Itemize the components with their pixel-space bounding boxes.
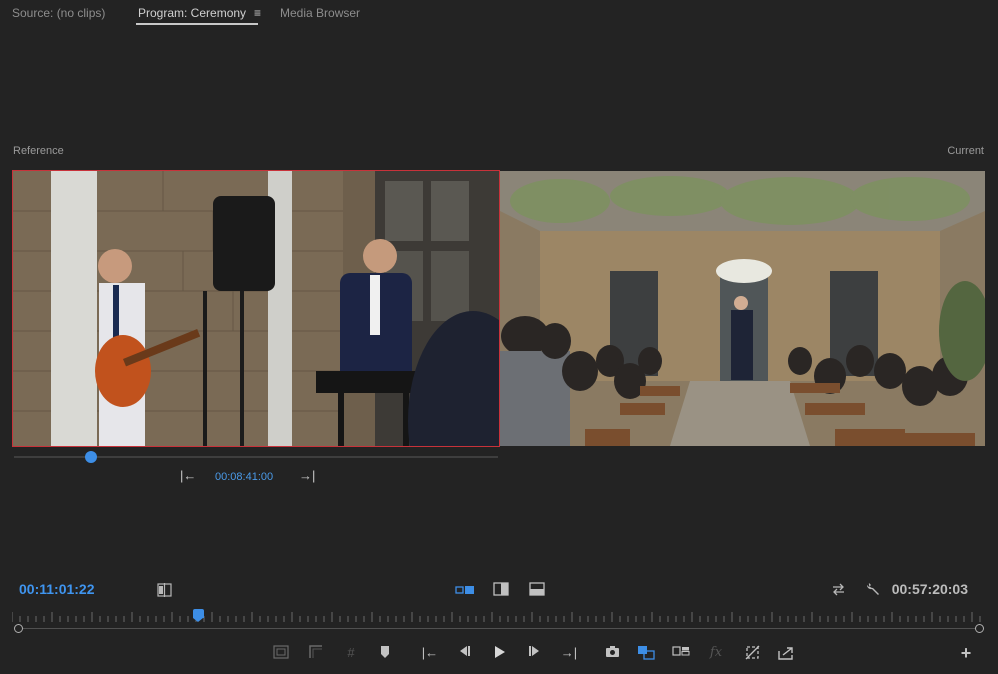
side-by-side-icon[interactable]	[455, 584, 475, 599]
fx-icon[interactable]: fx	[707, 645, 725, 661]
export-frame-icon[interactable]	[603, 645, 621, 661]
wrench-icon[interactable]	[866, 582, 881, 600]
panel-tab-bar: Source: (no clips) Program: Ceremony ≡ Me…	[0, 0, 998, 26]
tab-media-browser[interactable]: Media Browser	[280, 6, 360, 20]
tab-source[interactable]: Source: (no clips)	[12, 6, 105, 20]
comparison-view-icon[interactable]	[637, 645, 655, 661]
safe-margins-icon[interactable]	[272, 645, 290, 661]
duration-timecode: 00:57:20:03	[891, 581, 968, 597]
horizontal-split-icon[interactable]	[529, 582, 545, 599]
step-back-icon[interactable]	[455, 645, 473, 661]
reference-label: Reference	[13, 145, 64, 157]
reference-timecode[interactable]: 00:08:41:00	[215, 471, 273, 483]
tab-program-label: Program: Ceremony	[138, 6, 247, 20]
active-tab-indicator	[136, 23, 258, 25]
go-to-in-icon[interactable]: |←	[180, 468, 196, 483]
reference-frame-image	[13, 171, 499, 446]
playhead-tip	[193, 618, 203, 622]
current-label: Current	[947, 145, 984, 157]
plus-icon[interactable]: +	[957, 644, 975, 662]
compare-view-icon[interactable]	[157, 583, 172, 600]
playhead[interactable]	[193, 609, 204, 618]
current-monitor[interactable]	[500, 171, 985, 446]
zoom-bar[interactable]	[18, 628, 980, 629]
step-forward-icon[interactable]	[526, 645, 544, 661]
panel-menu-icon[interactable]: ≡	[254, 6, 261, 20]
vertical-split-icon[interactable]	[493, 582, 509, 599]
add-marker-icon[interactable]	[376, 645, 394, 661]
mark-out-icon[interactable]: →|	[560, 645, 578, 661]
reference-scrub-handle[interactable]	[85, 451, 97, 463]
play-icon[interactable]	[490, 645, 508, 661]
multi-camera-icon[interactable]	[672, 645, 690, 661]
reference-monitor[interactable]	[12, 170, 500, 447]
swap-icon[interactable]	[831, 583, 846, 599]
time-ruler[interactable]	[12, 612, 986, 622]
grid-icon[interactable]: #	[342, 645, 360, 661]
go-to-out-icon[interactable]: →|	[299, 468, 315, 483]
mark-in-icon[interactable]: |←	[421, 645, 439, 661]
current-frame-image	[500, 171, 985, 446]
export-icon[interactable]	[777, 645, 795, 661]
zoom-handle-left[interactable]	[14, 624, 23, 633]
zoom-handle-right[interactable]	[975, 624, 984, 633]
toggle-proxies-icon[interactable]	[743, 645, 761, 661]
tab-program[interactable]: Program: Ceremony ≡	[138, 6, 261, 20]
overlay-icon[interactable]	[307, 645, 325, 661]
playhead-timecode[interactable]: 00:11:01:22	[19, 581, 95, 597]
